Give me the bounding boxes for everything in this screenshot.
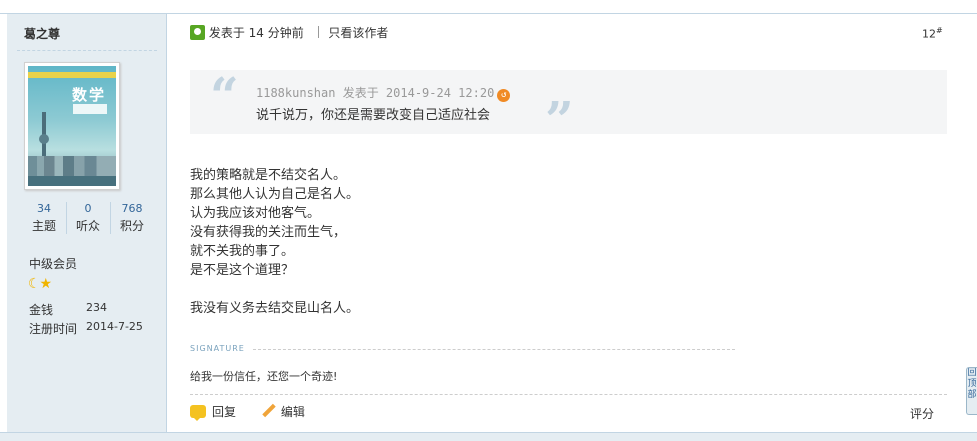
edit-button[interactable]: 编辑 bbox=[240, 405, 305, 419]
stat-listeners[interactable]: 0 听众 bbox=[68, 200, 108, 235]
author-name[interactable]: 葛之尊 bbox=[24, 25, 60, 42]
close-quote-icon: ” bbox=[545, 90, 574, 149]
reg-row: 注册时间 2014-7-25 bbox=[29, 320, 143, 337]
quote-meta: 1188kunshan 发表于 2014-9-24 12:20 ↺ bbox=[256, 84, 511, 102]
post-actions: 回复 编辑 bbox=[190, 403, 305, 423]
posted-time: 14 分钟前 bbox=[248, 26, 304, 40]
reg-label: 注册时间 bbox=[29, 322, 78, 336]
top-border bbox=[0, 0, 977, 14]
content-line: 我的策略就是不结交名人。 bbox=[190, 168, 347, 183]
signature-divider bbox=[253, 349, 735, 350]
content-line: 我没有义务去结交昆山名人。 bbox=[190, 301, 360, 316]
online-status-icon bbox=[190, 25, 205, 40]
avatar-image: 数学 bbox=[28, 66, 116, 186]
signature-text: 给我一份信任，还您一个奇迹! bbox=[190, 370, 338, 383]
user-group[interactable]: 中级会员 bbox=[29, 255, 77, 272]
reg-value: 2014-7-25 bbox=[86, 320, 143, 333]
stat-divider bbox=[66, 202, 67, 234]
back-to-post-icon[interactable]: ↺ bbox=[497, 89, 511, 102]
content-line: 就不关我的事了。 bbox=[190, 244, 295, 259]
quote-block: “ 1188kunshan 发表于 2014-9-24 12:20 ↺ 说千说万，… bbox=[190, 66, 947, 149]
only-author-link[interactable]: 只看该作者 bbox=[328, 26, 388, 40]
reply-icon bbox=[190, 405, 206, 421]
post-content: 我的策略就是不结交名人。 那么其他人认为自己是名人。 认为我应该对他客气。 没有… bbox=[190, 166, 359, 318]
signature-label: SIGNATURE bbox=[190, 344, 245, 353]
rate-button[interactable]: 评分 bbox=[910, 405, 934, 422]
stat-divider bbox=[110, 202, 111, 234]
divider bbox=[17, 50, 157, 51]
bottom-border bbox=[0, 432, 977, 441]
author-stats: 34 主题 0 听众 768 积分 bbox=[24, 200, 154, 240]
stat-topics[interactable]: 34 主题 bbox=[24, 200, 64, 235]
content-line: 认为我应该对他客气。 bbox=[190, 206, 321, 221]
content-line: 那么其他人认为自己是名人。 bbox=[190, 187, 360, 202]
content-line: 没有获得我的关注而生气， bbox=[190, 225, 347, 240]
pencil-icon bbox=[262, 404, 276, 418]
author-sidebar: 葛之尊 数学 34 主题 0 听众 768 积分 中级会员 ☾★ 金钱 234 … bbox=[7, 14, 167, 434]
posted-prefix: 发表于 bbox=[208, 26, 245, 40]
back-to-top-tab[interactable]: 回顶部 bbox=[966, 367, 977, 415]
money-value: 234 bbox=[86, 301, 107, 314]
money-label: 金钱 bbox=[29, 303, 54, 317]
reply-button[interactable]: 回复 bbox=[190, 405, 236, 421]
rank-icon: ☾★ bbox=[28, 276, 52, 292]
open-quote-icon: “ bbox=[210, 66, 239, 125]
money-row: 金钱 234 bbox=[29, 301, 107, 318]
stat-points[interactable]: 768 积分 bbox=[112, 200, 152, 235]
quote-text: 说千说万，你还是需要改变自己适应社会 bbox=[256, 108, 491, 123]
content-line: 是不是这个道理？ bbox=[190, 263, 295, 278]
avatar[interactable]: 数学 bbox=[24, 62, 120, 190]
actions-divider bbox=[190, 394, 947, 395]
header-separator bbox=[317, 26, 319, 38]
post-header: 发表于 14 分钟前 只看该作者 bbox=[190, 24, 388, 42]
floor-number[interactable]: 12# bbox=[922, 26, 943, 41]
